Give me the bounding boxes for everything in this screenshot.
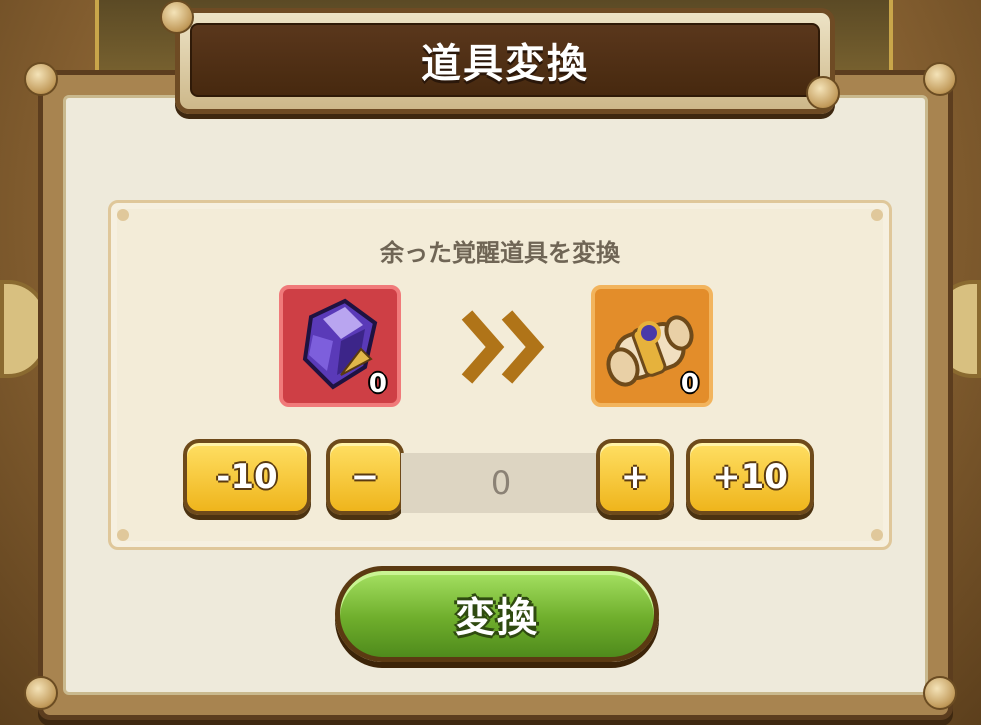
- plus-10-button[interactable]: +10: [686, 439, 814, 515]
- title-knob-right: [806, 76, 840, 110]
- panel-rivet: [871, 529, 883, 541]
- minus-10-button[interactable]: -10: [183, 439, 311, 515]
- target-item-slot[interactable]: 0: [591, 285, 713, 407]
- quantity-field[interactable]: 0: [401, 453, 601, 513]
- target-item-count: 0: [680, 369, 699, 399]
- minus-button[interactable]: −: [326, 439, 404, 515]
- panel-rivet: [871, 209, 883, 221]
- corner-knob-tr: [923, 62, 957, 96]
- quantity-value: 0: [490, 464, 512, 502]
- convert-button[interactable]: 変換: [335, 566, 659, 662]
- plus-button[interactable]: +: [596, 439, 674, 515]
- corner-knob-tl: [24, 62, 58, 96]
- source-item-count: 0: [368, 369, 387, 399]
- panel-subtitle: 余った覚醒道具を変換: [380, 239, 620, 267]
- title-knob-left: [160, 0, 194, 34]
- dialog-title: 道具変換: [421, 41, 589, 87]
- corner-knob-bl: [24, 676, 58, 710]
- source-item-slot[interactable]: 0: [279, 285, 401, 407]
- panel-rivet: [117, 529, 129, 541]
- corner-knob-br: [923, 676, 957, 710]
- double-chevron-right-icon: [461, 310, 545, 384]
- convert-button-label: 変換: [455, 595, 539, 641]
- title-plate: 道具変換: [175, 8, 835, 114]
- panel-rivet: [117, 209, 129, 221]
- convert-panel: 余った覚醒道具を変換 0 0 -10 − 0 + +10: [108, 200, 892, 550]
- title-bar: 道具変換: [190, 23, 820, 97]
